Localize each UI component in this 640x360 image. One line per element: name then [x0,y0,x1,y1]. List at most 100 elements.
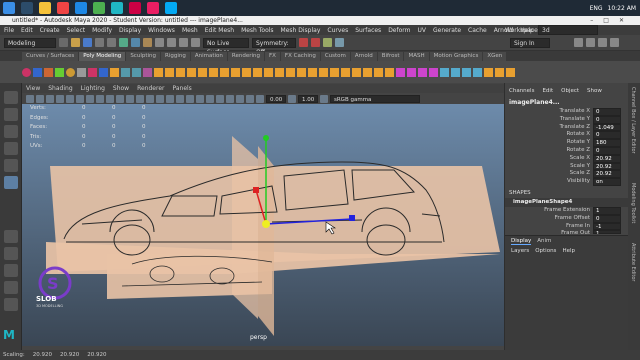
insert-loop-icon[interactable] [286,67,295,77]
exposure-field[interactable]: 0.00 [266,94,286,103]
menu-mesh[interactable]: Mesh [182,27,198,34]
menu-edit-mesh[interactable]: Edit Mesh [205,27,234,34]
persp-outliner-layout-icon[interactable] [4,264,18,277]
lights-icon[interactable] [166,94,174,103]
shelf-tab-xgen[interactable]: XGen [483,52,507,61]
poke-icon[interactable] [330,67,339,77]
shelf-tab-custom[interactable]: Custom [320,52,350,61]
shelf-tab-animation[interactable]: Animation [190,52,227,61]
resolution-gate-icon[interactable] [86,94,94,103]
select-object-icon[interactable] [131,38,140,47]
ipr-render-icon[interactable] [311,38,320,47]
viewport-menu-shading[interactable]: Shading [48,85,72,92]
viewport-menu-show[interactable]: Show [113,85,129,92]
shelf-tab-bifrost[interactable]: Bifrost [377,52,404,61]
ambient-occlusion-icon[interactable] [186,94,194,103]
shelf-tab-sculpting[interactable]: Sculpting [126,52,160,61]
layer-tab-display[interactable]: Display [511,238,532,245]
menu-mesh-display[interactable]: Mesh Display [281,27,321,34]
offset-loop-icon[interactable] [297,67,306,77]
attr-value-field[interactable]: 0 [593,115,621,124]
layer-menu-options[interactable]: Options [535,248,556,254]
snap-surface-icon[interactable] [191,38,200,47]
edge-loop-icon[interactable] [275,67,284,77]
field-chart-icon[interactable] [106,94,114,103]
crease-icon[interactable] [385,67,394,77]
side-tab-attribute-editor[interactable]: Attribute Editor [630,243,636,281]
windows-start-icon[interactable] [3,2,15,14]
xray-icon[interactable] [226,94,234,103]
shelf-tab-rigging[interactable]: Rigging [161,52,190,61]
shelf-tab-arnold[interactable]: Arnold [350,52,377,61]
attr-value-field[interactable]: -1.049 [593,123,621,132]
modeling-toolkit-icon[interactable] [574,38,583,47]
viewport-menu-view[interactable]: View [26,85,40,92]
gate-mask-icon[interactable] [96,94,104,103]
attr-row-frame-in[interactable]: Frame In -1 [505,222,628,231]
symmetry-select[interactable]: Symmetry: Off [252,37,296,56]
bridge-icon[interactable] [187,67,196,77]
open-scene-icon[interactable] [71,38,80,47]
anti-aliasing-icon[interactable] [206,94,214,103]
attr-row-scale-z[interactable]: Scale Z 20.92 [505,170,628,179]
menu-file[interactable]: File [4,27,14,34]
shelf-tab-rendering[interactable]: Rendering [227,52,264,61]
poly-torus-icon[interactable] [66,67,75,77]
menu-cache[interactable]: Cache [468,27,487,34]
normals-icon[interactable] [462,67,471,77]
attr-value-field[interactable]: 0 [593,131,621,140]
menu-create[interactable]: Create [40,27,60,34]
live-surface-field[interactable]: No Live Surface [203,37,249,56]
attr-value-field[interactable]: -1 [593,222,621,231]
cb-menu-show[interactable]: Show [587,88,602,94]
chrome-icon[interactable] [93,2,105,14]
app-icon[interactable] [147,2,159,14]
attr-value-field[interactable]: 20.92 [593,162,621,171]
extract-icon[interactable] [319,67,328,77]
shape-node-name[interactable]: imagePlaneShape4 [505,197,628,207]
four-view-layout-icon[interactable] [4,247,18,260]
channel-box-icon[interactable] [610,38,619,47]
attr-row-rotate-x[interactable]: Rotate X0 [505,131,628,140]
menu-display[interactable]: Display [119,27,141,34]
textured-icon[interactable] [156,94,164,103]
menu-uv[interactable]: UV [418,27,427,34]
camera-attributes-icon[interactable] [36,94,44,103]
gamma-icon[interactable] [288,94,296,103]
attribute-editor-icon[interactable] [586,38,595,47]
shelf-tab-mash[interactable]: MASH [404,52,429,61]
rotate-tool-icon[interactable] [4,159,18,172]
manip-x-handle[interactable] [253,187,259,193]
shelf-tab-curves-surfaces[interactable]: Curves / Surfaces [22,52,79,61]
poly-cone-icon[interactable] [55,67,64,77]
workspace-select[interactable]: 3d [538,25,598,35]
hypershade-icon[interactable] [335,38,344,47]
scale-tool-icon[interactable] [4,176,18,189]
boolean-icon[interactable] [154,67,163,77]
manip-y-handle[interactable] [263,135,269,141]
render-icon[interactable] [299,38,308,47]
attr-value-field[interactable]: 0 [593,214,621,223]
wedge-icon[interactable] [341,67,350,77]
cleanup-icon[interactable] [506,67,515,77]
lasso-tool-icon[interactable] [4,108,18,121]
extrude-icon[interactable] [176,67,185,77]
xray-joints-icon[interactable] [236,94,244,103]
gamma-field[interactable]: 1.00 [298,94,318,103]
attr-value-field[interactable]: 20.92 [593,170,621,179]
attr-value-field[interactable]: 1 [593,230,621,235]
connect-icon[interactable] [253,67,262,77]
cb-menu-edit[interactable]: Edit [542,88,553,94]
hard-edge-icon[interactable] [451,67,460,77]
shadows-icon[interactable] [176,94,184,103]
menu-edit[interactable]: Edit [21,27,33,34]
super-shape-icon[interactable] [110,67,119,77]
app-icon[interactable] [129,2,141,14]
manip-z-handle[interactable] [349,215,355,221]
auto-uv-icon[interactable] [418,67,427,77]
opera-icon[interactable] [57,2,69,14]
collapse-icon[interactable] [352,67,361,77]
clock[interactable]: 10:22 AM [608,5,636,12]
attr-row-frame-out[interactable]: Frame Out 1 [505,230,628,235]
poly-cube-icon[interactable] [33,67,42,77]
